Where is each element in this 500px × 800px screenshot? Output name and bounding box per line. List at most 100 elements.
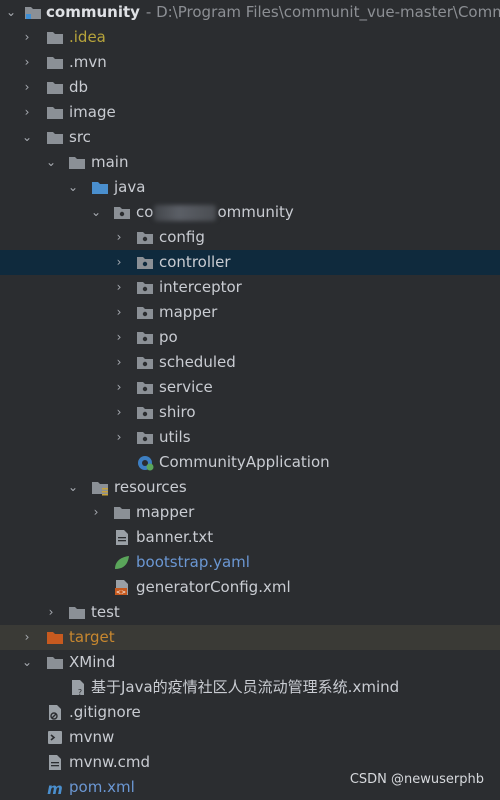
tree-label: 基于Java的疫情社区人员流动管理系统.xmind	[91, 678, 400, 696]
tree-label: mapper	[136, 503, 195, 521]
chevron-right-icon[interactable]: ›	[112, 325, 126, 350]
source-folder-icon	[91, 179, 109, 196]
tree-row-banner[interactable]: banner.txt	[0, 525, 500, 550]
tree-label: XMind	[69, 653, 116, 671]
chevron-right-icon[interactable]: ›	[20, 50, 34, 75]
tree-row-xmind-file[interactable]: ? 基于Java的疫情社区人员流动管理系统.xmind	[0, 675, 500, 700]
watermark: CSDN @newuserphb	[349, 772, 484, 787]
tree-label: .idea	[69, 28, 106, 46]
folder-icon	[68, 154, 86, 171]
tree-row-community[interactable]: ⌄ community - D:\Program Files\communit_v…	[0, 0, 500, 25]
tree-row-service[interactable]: › service	[0, 375, 500, 400]
tree-label: controller	[159, 253, 231, 271]
tree-label: mvnw	[69, 728, 115, 746]
chevron-down-icon[interactable]: ⌄	[44, 150, 58, 175]
tree-row-bootstrap[interactable]: bootstrap.yaml	[0, 550, 500, 575]
tree-label: interceptor	[159, 278, 242, 296]
svg-text:m: m	[47, 780, 63, 796]
chevron-right-icon[interactable]: ›	[20, 75, 34, 100]
package-icon	[136, 329, 154, 346]
tree-row-test[interactable]: › test	[0, 600, 500, 625]
folder-icon	[46, 29, 64, 46]
text-file-icon	[46, 754, 64, 771]
chevron-down-icon[interactable]: ⌄	[89, 200, 103, 225]
tree-row-mvn[interactable]: › .mvn	[0, 50, 500, 75]
tree-row-resources-mapper[interactable]: › mapper	[0, 500, 500, 525]
chevron-right-icon[interactable]: ›	[112, 250, 126, 275]
tree-label: src	[69, 128, 91, 146]
chevron-down-icon[interactable]: ⌄	[4, 0, 18, 25]
tree-label: target	[69, 628, 115, 646]
folder-icon	[46, 129, 64, 146]
chevron-right-icon[interactable]: ›	[20, 100, 34, 125]
folder-icon	[113, 504, 131, 521]
module-folder-icon	[24, 4, 42, 21]
chevron-right-icon[interactable]: ›	[112, 400, 126, 425]
chevron-right-icon[interactable]: ›	[44, 600, 58, 625]
chevron-right-icon[interactable]: ›	[20, 25, 34, 50]
chevron-down-icon[interactable]: ⌄	[20, 125, 34, 150]
unknown-file-icon: ?	[69, 679, 87, 696]
chevron-right-icon[interactable]: ›	[112, 275, 126, 300]
tree-row-main[interactable]: ⌄ main	[0, 150, 500, 175]
package-icon	[136, 254, 154, 271]
tree-row-config[interactable]: › config	[0, 225, 500, 250]
tree-label: banner.txt	[136, 528, 214, 546]
tree-row-controller[interactable]: › controller	[0, 250, 500, 275]
project-path: - D:\Program Files\communit_vue-master\C…	[145, 3, 500, 21]
folder-icon	[46, 79, 64, 96]
tree-label: scheduled	[159, 353, 236, 371]
chevron-down-icon[interactable]: ⌄	[66, 175, 80, 200]
svg-text:<>: <>	[116, 589, 126, 596]
chevron-down-icon[interactable]: ⌄	[66, 475, 80, 500]
tree-row-scheduled[interactable]: › scheduled	[0, 350, 500, 375]
chevron-right-icon[interactable]: ›	[112, 225, 126, 250]
tree-row-target[interactable]: › target	[0, 625, 500, 650]
chevron-right-icon[interactable]: ›	[112, 425, 126, 450]
tree-row-mapper[interactable]: › mapper	[0, 300, 500, 325]
tree-label: shiro	[159, 403, 196, 421]
tree-row-utils[interactable]: › utils	[0, 425, 500, 450]
maven-icon: m	[46, 779, 64, 796]
chevron-right-icon[interactable]: ›	[112, 300, 126, 325]
tree-label: image	[69, 103, 116, 121]
tree-row-shiro[interactable]: › shiro	[0, 400, 500, 425]
tree-row-xmind[interactable]: ⌄ XMind	[0, 650, 500, 675]
package-icon	[136, 379, 154, 396]
chevron-right-icon[interactable]: ›	[112, 350, 126, 375]
folder-icon	[68, 604, 86, 621]
tree-row-resources[interactable]: ⌄ resources	[0, 475, 500, 500]
tree-row-image[interactable]: › image	[0, 100, 500, 125]
tree-label: java	[114, 178, 146, 196]
chevron-right-icon[interactable]: ›	[20, 625, 34, 650]
tree-row-src[interactable]: ⌄ src	[0, 125, 500, 150]
tree-row-community-application[interactable]: CommunityApplication	[0, 450, 500, 475]
tree-row-gitignore[interactable]: .gitignore	[0, 700, 500, 725]
tree-label: .gitignore	[69, 703, 141, 721]
spring-class-icon	[136, 454, 154, 471]
package-icon	[136, 404, 154, 421]
tree-row-generator-config[interactable]: <> generatorConfig.xml	[0, 575, 500, 600]
tree-label: generatorConfig.xml	[136, 578, 291, 596]
xml-file-icon: <>	[113, 579, 131, 596]
shell-script-icon	[46, 729, 64, 746]
tree-row-interceptor[interactable]: › interceptor	[0, 275, 500, 300]
folder-icon	[46, 104, 64, 121]
package-icon	[136, 229, 154, 246]
tree-label: resources	[114, 478, 187, 496]
tree-row-mvnw[interactable]: mvnw	[0, 725, 500, 750]
redacted-blur	[154, 204, 217, 221]
tree-row-java[interactable]: ⌄ java	[0, 175, 500, 200]
package-icon	[136, 304, 154, 321]
tree-label: utils	[159, 428, 191, 446]
chevron-down-icon[interactable]: ⌄	[20, 650, 34, 675]
tree-label: mapper	[159, 303, 218, 321]
tree-row-db[interactable]: › db	[0, 75, 500, 100]
tree-row-idea[interactable]: › .idea	[0, 25, 500, 50]
chevron-right-icon[interactable]: ›	[89, 500, 103, 525]
chevron-right-icon[interactable]: ›	[112, 375, 126, 400]
tree-row-package[interactable]: ⌄ co ommunity	[0, 200, 500, 225]
tree-row-po[interactable]: › po	[0, 325, 500, 350]
tree-label: mvnw.cmd	[69, 753, 151, 771]
tree-label: service	[159, 378, 213, 396]
